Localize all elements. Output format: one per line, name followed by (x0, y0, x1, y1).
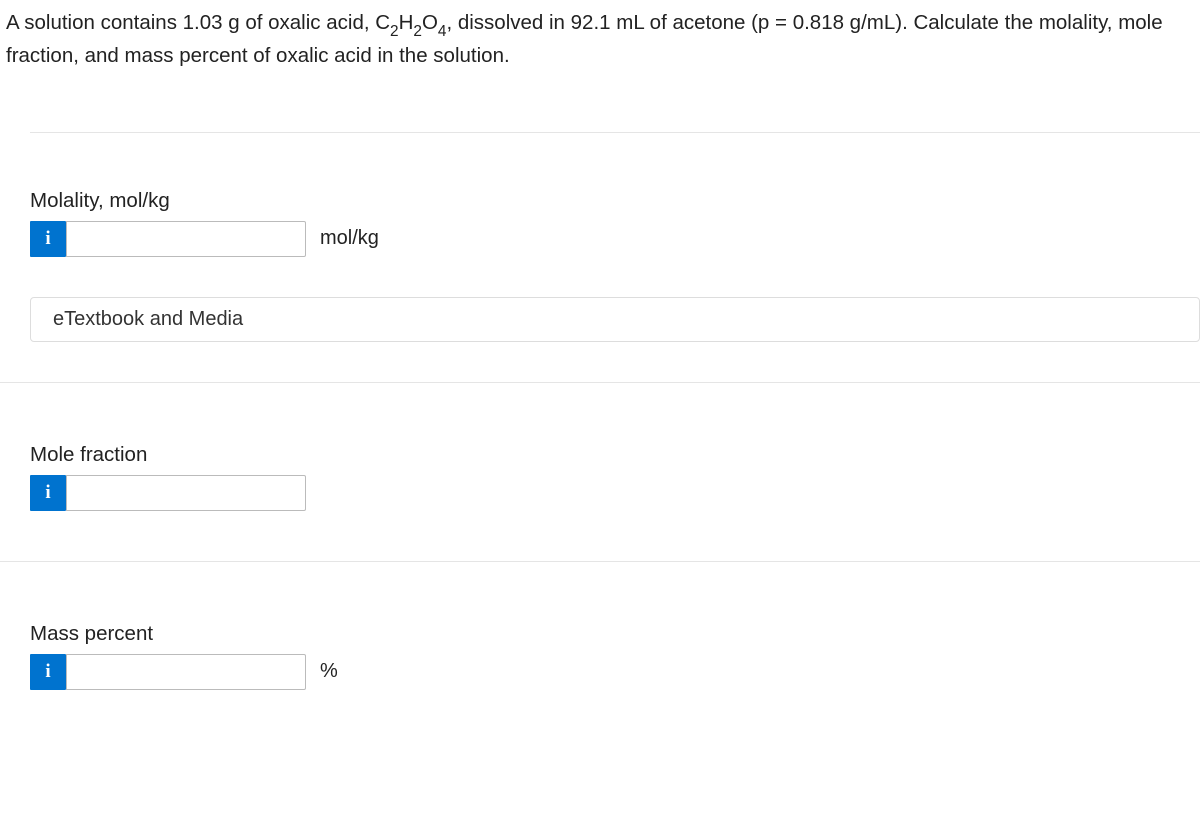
formula-sub-3: 4 (438, 23, 447, 40)
mass-percent-label: Mass percent (30, 622, 1200, 646)
question-prefix: A solution contains 1.03 g of oxalic aci… (6, 11, 390, 34)
formula-sub-1: 2 (390, 23, 399, 40)
mass-percent-section: Mass percent i % (0, 562, 1200, 720)
mass-percent-input-row: i % (30, 654, 1200, 690)
divider (30, 132, 1200, 133)
molality-section: Molality, mol/kg i mol/kg eTextbook and … (0, 82, 1200, 362)
mole-fraction-input-row: i (30, 475, 1200, 511)
molality-unit: mol/kg (320, 227, 379, 250)
formula-mid-2: O (422, 11, 438, 34)
molality-label: Molality, mol/kg (30, 189, 1200, 213)
molality-input-row: i mol/kg (30, 221, 1200, 257)
info-icon[interactable]: i (30, 654, 66, 690)
mass-percent-unit: % (320, 660, 338, 683)
info-icon[interactable]: i (30, 221, 66, 257)
question-text: A solution contains 1.03 g of oxalic aci… (0, 0, 1200, 82)
formula-sub-2: 2 (413, 23, 422, 40)
etextbook-media-button[interactable]: eTextbook and Media (30, 297, 1200, 342)
mass-percent-input[interactable] (66, 654, 306, 690)
formula-mid-1: H (399, 11, 414, 34)
molality-input[interactable] (66, 221, 306, 257)
info-icon[interactable]: i (30, 475, 66, 511)
mole-fraction-input[interactable] (66, 475, 306, 511)
mole-fraction-section: Mole fraction i (0, 383, 1200, 561)
mole-fraction-label: Mole fraction (30, 443, 1200, 467)
